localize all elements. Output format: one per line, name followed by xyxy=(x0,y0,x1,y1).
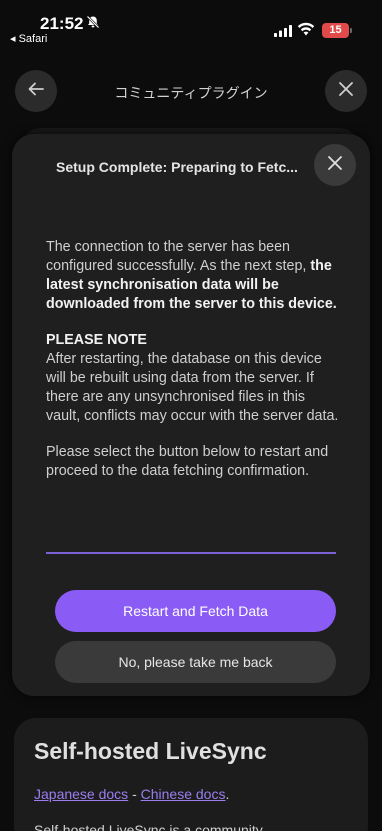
close-icon xyxy=(338,81,354,102)
intro-text: The connection to the server has been co… xyxy=(46,239,311,274)
instruction-paragraph: Please select the button below to restar… xyxy=(46,444,329,479)
status-bar: 21:52 ◂ Safari 15 xyxy=(0,0,382,50)
bell-muted-icon xyxy=(86,15,100,34)
accent-divider xyxy=(46,552,336,554)
note-text: After restarting, the database on this d… xyxy=(46,351,339,424)
intro-paragraph: The connection to the server has been co… xyxy=(46,238,342,314)
cellular-signal-icon xyxy=(274,24,292,42)
note-heading: PLEASE NOTE xyxy=(46,332,147,348)
japanese-docs-link[interactable]: Japanese docs xyxy=(34,786,128,802)
docs-links: Japanese docs - Chinese docs. xyxy=(34,786,229,802)
plugin-nav-bar: コミュニティプラグイン xyxy=(0,70,382,116)
battery-indicator: 15 xyxy=(322,23,352,38)
restart-and-fetch-button[interactable]: Restart and Fetch Data xyxy=(55,590,336,632)
status-time: 21:52 xyxy=(40,14,84,33)
plugin-description: Self-hosted LiveSync is a community xyxy=(34,822,263,831)
take-me-back-button[interactable]: No, please take me back xyxy=(55,641,336,683)
link-period: . xyxy=(225,786,230,802)
setup-complete-modal: Setup Complete: Preparing to Fetc... The… xyxy=(12,134,370,696)
note-paragraph: PLEASE NOTE After restarting, the databas… xyxy=(46,331,342,426)
modal-title: Setup Complete: Preparing to Fetc... xyxy=(56,159,298,175)
modal-body: The connection to the server has been co… xyxy=(46,238,342,498)
close-page-button[interactable] xyxy=(325,70,367,112)
close-icon xyxy=(327,155,343,176)
link-separator: - xyxy=(128,786,141,802)
chinese-docs-link[interactable]: Chinese docs xyxy=(141,786,226,802)
plugin-heading: Self-hosted LiveSync xyxy=(34,738,267,764)
plugin-details-card xyxy=(14,718,368,831)
back-to-safari-link[interactable]: ◂ Safari xyxy=(10,32,47,45)
wifi-icon xyxy=(297,22,315,41)
modal-close-button[interactable] xyxy=(314,144,356,186)
